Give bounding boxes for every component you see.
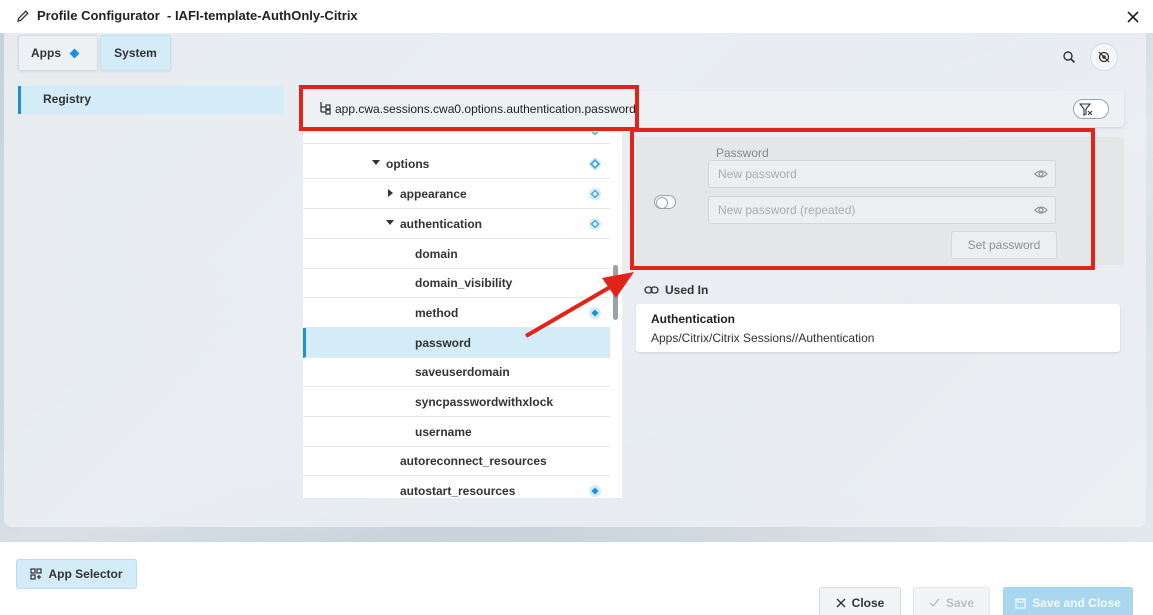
app-selector-label: App Selector [48, 567, 123, 581]
tree-row-label: autostart_resources [400, 484, 516, 498]
tree-row-label: autoreconnect_resources [400, 454, 547, 468]
filter-icon [1079, 103, 1093, 116]
password-label: Password [716, 146, 769, 160]
tree-row-label: options [386, 157, 430, 171]
tree-row-label: authentication [400, 217, 483, 231]
registry-path: app.cwa.sessions.cwa0.options.authentica… [335, 102, 636, 116]
set-password-button[interactable]: Set password [951, 231, 1057, 259]
filter-toggle[interactable] [1073, 99, 1109, 119]
new-password-input[interactable] [708, 160, 1056, 188]
tree-row-label: domain_visibility [415, 276, 513, 290]
used-in-item[interactable]: Authentication Apps/Citrix/Citrix Sessio… [636, 304, 1120, 352]
caret-down-icon [372, 160, 380, 165]
close-icon[interactable] [1124, 8, 1142, 26]
tree-row-saveuserdomain[interactable]: saveuserdomain [303, 357, 610, 387]
annotation-arrow [524, 272, 634, 338]
password-editor: Password Set password [636, 137, 1124, 265]
tree-row-username[interactable]: username [303, 417, 610, 447]
tree-row-label: syncpasswordwithxlock [415, 395, 554, 409]
tree-row[interactable] [303, 132, 610, 144]
eye-icon[interactable] [1034, 167, 1048, 181]
node-icon [589, 158, 601, 170]
tree-row-autoreconnect-resources[interactable]: autoreconnect_resources [303, 446, 610, 476]
repeat-password-input[interactable] [708, 196, 1056, 224]
nav-registry-label: Registry [43, 92, 92, 106]
tab-apps[interactable]: Apps [18, 35, 98, 71]
settings-eye-icon [1098, 51, 1110, 63]
tree-row-label: username [415, 425, 472, 439]
tab-system-label: System [114, 46, 157, 60]
used-in-heading: Used In [665, 283, 709, 297]
window-title: Profile Configurator - IAFI-template-Aut… [37, 8, 358, 23]
registry-path-bar: app.cwa.sessions.cwa0.options.authentica… [300, 91, 1124, 127]
app-grid-icon [30, 568, 43, 580]
tree-row-authentication[interactable]: authentication [303, 209, 610, 239]
tree-row-label: appearance [400, 187, 467, 201]
save-disk-icon [1015, 597, 1026, 609]
pencil-icon [17, 10, 29, 22]
close-button[interactable]: Close [819, 587, 901, 615]
caret-down-icon [386, 220, 394, 225]
app-selector-button[interactable]: App Selector [16, 559, 137, 589]
value-set-icon [589, 485, 601, 497]
tree-row-appearance[interactable]: appearance [303, 179, 610, 209]
tab-system[interactable]: System [100, 35, 171, 71]
tree-row-syncpasswordwithxlock[interactable]: syncpasswordwithxlock [303, 387, 610, 417]
tree-row-autostart-resources[interactable]: autostart_resources [303, 476, 610, 498]
tree-structure-icon [320, 102, 331, 115]
node-icon [589, 188, 601, 200]
tree-row-options[interactable]: options [303, 149, 610, 179]
node-icon [589, 218, 601, 230]
save-and-close-button[interactable]: Save and Close [1003, 587, 1133, 615]
settings-button[interactable] [1090, 43, 1118, 71]
close-button-label: Close [851, 596, 885, 610]
save-button-label: Save [945, 596, 975, 610]
check-icon [929, 598, 940, 608]
save-button[interactable]: Save [913, 587, 990, 615]
tab-apps-label: Apps [31, 46, 61, 60]
password-enable-toggle[interactable] [654, 195, 676, 209]
tree-row-label: domain [415, 247, 458, 261]
tree-row-label: password [415, 336, 472, 350]
node-icon [589, 132, 601, 135]
link-icon [644, 286, 659, 294]
diamond-icon [69, 48, 80, 58]
tree-row-label: method [415, 306, 459, 320]
title-bar: Profile Configurator - IAFI-template-Aut… [0, 0, 1153, 33]
tree-row-label: saveuserdomain [415, 365, 510, 379]
eye-icon[interactable] [1034, 203, 1048, 217]
used-in-item-path: Apps/Citrix/Citrix Sessions//Authenticat… [651, 331, 875, 345]
used-in-item-title: Authentication [651, 312, 735, 326]
save-and-close-label: Save and Close [1032, 596, 1121, 610]
caret-right-icon [388, 189, 393, 197]
nav-registry[interactable]: Registry [18, 86, 284, 114]
close-icon [836, 598, 846, 608]
tree-row-domain[interactable]: domain [303, 239, 610, 269]
search-icon[interactable] [1062, 50, 1076, 64]
